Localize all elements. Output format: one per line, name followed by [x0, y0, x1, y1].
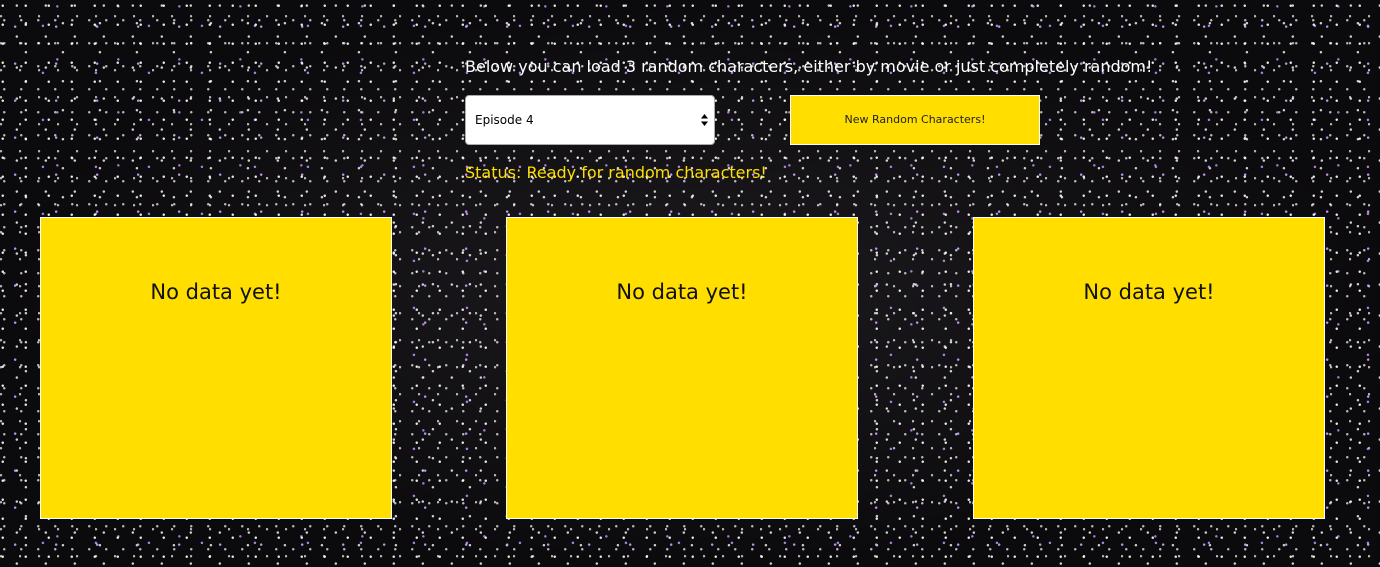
card-placeholder-text: No data yet! [150, 280, 282, 304]
character-card-2: No data yet! [506, 217, 858, 519]
character-card-1: No data yet! [40, 217, 392, 519]
character-card-3: No data yet! [973, 217, 1325, 519]
new-random-characters-button[interactable]: New Random Characters! [790, 95, 1040, 145]
episode-select[interactable]: Episode 4 [465, 95, 715, 145]
intro-text: Below you can load 3 random characters, … [465, 57, 1153, 76]
page: { "intro": { "text": "Below you can load… [0, 0, 1380, 567]
status-text: Status: Ready for random characters! [465, 163, 767, 182]
card-placeholder-text: No data yet! [616, 280, 748, 304]
card-placeholder-text: No data yet! [1083, 280, 1215, 304]
episode-select-value: Episode 4 [475, 113, 534, 127]
up-down-arrows-icon [701, 114, 708, 126]
